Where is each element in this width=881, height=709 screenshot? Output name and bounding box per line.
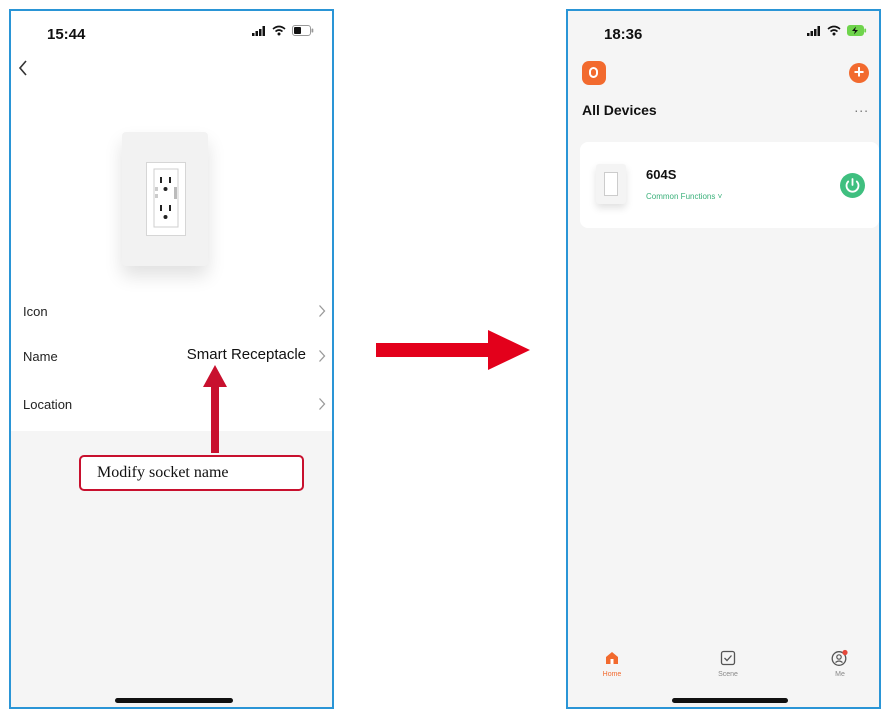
tab-label-home: Home <box>602 671 622 678</box>
battery-charging-icon <box>847 25 867 36</box>
plus-icon: + <box>853 62 865 82</box>
home-indicator <box>115 698 233 703</box>
receptacle-plate <box>146 162 186 236</box>
tab-me[interactable]: Me <box>810 647 870 678</box>
section-title: All Devices <box>582 102 657 118</box>
device-name: 604S <box>646 167 677 182</box>
common-functions-link[interactable]: Common Functions ˅ <box>646 192 722 201</box>
scene-check-icon <box>720 650 736 666</box>
chevron-right-icon <box>318 304 326 323</box>
right-phone-screen: 18:36 + All Devices ... 604S Common Func… <box>566 9 881 709</box>
tab-label-me: Me <box>835 671 845 678</box>
status-bar: 15:44 <box>11 11 332 53</box>
wifi-icon <box>827 25 841 36</box>
row-label-location: Location <box>23 397 73 412</box>
device-card[interactable]: 604S Common Functions ˅ <box>580 142 879 228</box>
chevron-left-icon <box>18 60 27 76</box>
settings-row-location[interactable]: Location <box>11 385 332 425</box>
annotation-callout: Modify socket name <box>79 455 304 491</box>
tab-home[interactable]: Home <box>582 647 642 678</box>
more-options-button[interactable]: ... <box>854 99 869 115</box>
left-phone-screen: 15:44 Icon Name Smart Receptacle Locatio… <box>9 9 334 709</box>
power-toggle-button[interactable] <box>840 173 865 198</box>
chevron-right-icon <box>318 349 326 368</box>
signal-icon <box>807 25 820 36</box>
row-label-name: Name <box>23 349 58 364</box>
home-icon <box>606 652 618 664</box>
signal-icon <box>252 25 265 36</box>
back-button[interactable] <box>17 59 39 87</box>
device-thumbnail <box>596 164 626 204</box>
receptacle-plate <box>604 172 618 196</box>
transition-arrow-right <box>376 330 530 370</box>
home-logo-icon[interactable] <box>582 61 606 85</box>
tab-label-scene: Scene <box>718 671 738 678</box>
wifi-icon <box>272 25 286 36</box>
add-device-button[interactable]: + <box>849 63 869 83</box>
status-icons <box>252 25 314 36</box>
profile-icon <box>831 649 848 666</box>
settings-row-name[interactable]: Name Smart Receptacle <box>11 337 332 377</box>
settings-row-icon[interactable]: Icon <box>11 292 332 332</box>
status-icons <box>807 25 867 36</box>
annotation-arrow-up <box>203 365 227 453</box>
device-name-value: Smart Receptacle <box>186 346 306 363</box>
power-icon <box>845 178 860 193</box>
receptacle-outlets <box>153 168 179 228</box>
status-bar: 18:36 <box>568 11 879 53</box>
row-label-icon: Icon <box>23 304 48 319</box>
status-time: 18:36 <box>604 26 643 43</box>
device-image <box>122 132 208 266</box>
home-indicator <box>672 698 788 703</box>
bottom-tab-bar: Home Scene Me <box>568 647 879 687</box>
tab-scene[interactable]: Scene <box>698 647 758 678</box>
chevron-right-icon <box>318 397 326 416</box>
battery-icon <box>292 25 314 36</box>
status-time: 15:44 <box>47 26 86 43</box>
